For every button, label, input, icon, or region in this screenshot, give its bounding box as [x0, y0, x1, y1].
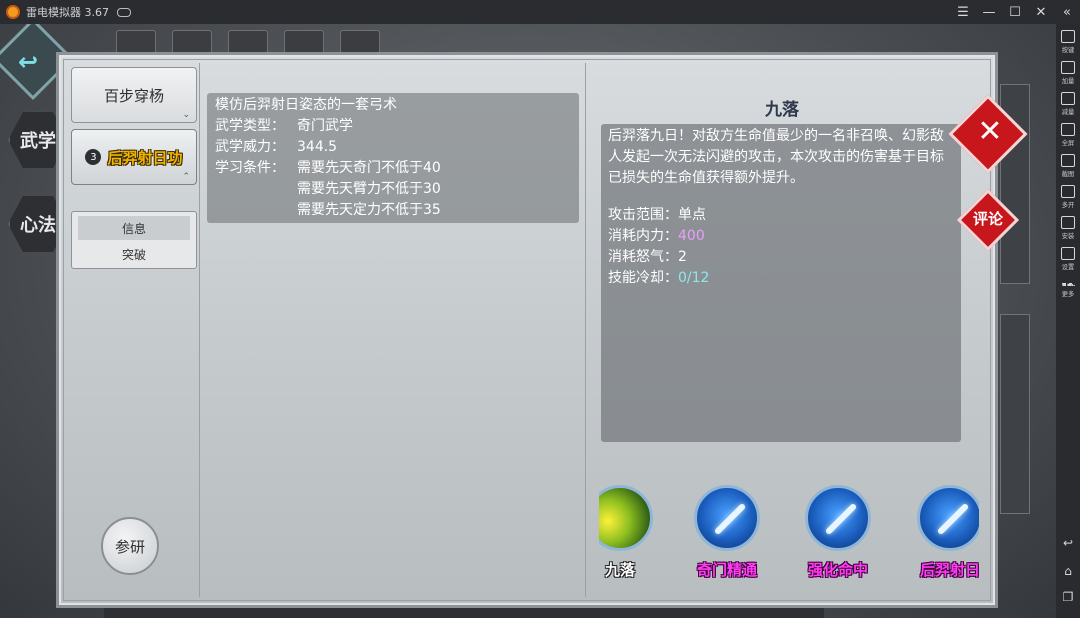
cooldown-value: 0/12 — [678, 270, 710, 286]
sidebar-item-keyboard[interactable]: 按键 — [1056, 30, 1080, 55]
android-home-icon[interactable]: ⌂ — [1056, 564, 1080, 578]
skill-tab-label: 百步穿杨 — [103, 86, 164, 105]
emulator-logo-icon — [6, 5, 20, 19]
skill-icon-label: 九落 — [604, 561, 635, 579]
window-controls: ☰ — ☐ ✕ « — [950, 0, 1080, 24]
sidebar-item-settings[interactable]: 设置 — [1056, 247, 1080, 272]
skill-submenu: 信息 突破 — [71, 211, 197, 269]
chevron-down-icon: ⌄ — [182, 110, 190, 120]
skill-icon-qianghua[interactable]: 强化命中 — [783, 485, 893, 580]
skill-description: 后羿落九日！对敌方生命值最少的一名非召唤、幻影敌人发起一次无法闪避的攻击，本次攻… — [608, 128, 944, 186]
skill-icon-label: 奇门精通 — [696, 561, 757, 579]
level-badge: 3 — [85, 149, 102, 165]
maximize-icon[interactable]: ☐ — [1002, 0, 1028, 24]
close-icon: ✕ — [977, 114, 1003, 149]
close-window-icon[interactable]: ✕ — [1028, 0, 1054, 24]
sidebar-item-fullscreen[interactable]: 全屏 — [1056, 123, 1080, 148]
back-arrow-icon: ↩ — [18, 48, 39, 76]
skill-info-box: 模仿后羿射日姿态的一套弓术 武学类型： 奇门武学 武学威力： 344.5 学习条件：… — [207, 93, 579, 223]
requirement-1: 需要先天奇门不低于40 — [297, 160, 441, 176]
more-icon — [1061, 283, 1075, 287]
edge-slot-bottom — [1000, 314, 1030, 514]
chevron-up-icon: ⌃ — [182, 172, 190, 182]
android-back-icon[interactable]: ↩ — [1056, 536, 1080, 550]
submenu-info[interactable]: 信息 — [78, 216, 190, 240]
range-value: 单点 — [678, 207, 706, 223]
skill-icon-label: 后羿射日 — [919, 561, 979, 579]
fullscreen-icon — [1061, 123, 1075, 136]
menu-icon[interactable]: ☰ — [950, 0, 976, 24]
game-screen: ↩ 武学 心法 百步穿杨 ⌄ 3 后羿射日功 ⌃ 信息 突破 参研 模仿后羿射日… — [0, 24, 1056, 618]
skill-tab-label: 后羿射日功 — [107, 148, 183, 167]
comment-label: 评论 — [972, 210, 1003, 228]
scissors-icon — [1061, 154, 1075, 167]
sidebar-item-more[interactable]: 更多 — [1056, 278, 1080, 299]
skill-name: 九落 — [765, 100, 799, 120]
sidebar-item-volume-up[interactable]: 加量 — [1056, 61, 1080, 86]
requirement-3: 需要先天定力不低于35 — [297, 202, 441, 218]
window-title: 雷电模拟器 3.67 — [26, 6, 109, 19]
sidebar-item-volume-down[interactable]: 减量 — [1056, 92, 1080, 117]
multi-instance-icon — [1061, 185, 1075, 198]
skill-icon-row: 九落 奇门精通 强化命中 后羿射日 — [599, 485, 979, 595]
submenu-breakthrough[interactable]: 突破 — [78, 242, 190, 266]
gamepad-icon[interactable] — [117, 7, 131, 17]
research-button[interactable]: 参研 — [101, 517, 159, 575]
power-label: 武学威力： — [215, 139, 285, 155]
divider-left — [199, 63, 200, 597]
emulator-sidebar: 按键 加量 减量 全屏 截图 多开 安装 设置 更多 ↩ ⌂ ❐ — [1056, 24, 1080, 618]
cooldown-label: 技能冷却： — [608, 270, 678, 286]
type-value: 奇门武学 — [297, 118, 353, 134]
skill-info-title: 模仿后羿射日姿态的一套弓术 — [215, 97, 397, 113]
skill-icon-label: 强化命中 — [807, 561, 868, 579]
type-label: 武学类型： — [215, 118, 285, 134]
mp-value: 400 — [678, 228, 705, 244]
power-value: 344.5 — [297, 139, 338, 155]
requirement-2: 需要先天臂力不低于30 — [297, 181, 441, 197]
apk-install-icon — [1061, 216, 1075, 229]
requirement-label: 学习条件： — [215, 160, 285, 176]
skill-panel: 百步穿杨 ⌄ 3 后羿射日功 ⌃ 信息 突破 参研 模仿后羿射日姿态的一套弓术 … — [56, 52, 998, 608]
sword-icon — [805, 485, 871, 551]
volume-down-icon — [1061, 92, 1075, 105]
android-recent-icon[interactable]: ❐ — [1056, 590, 1080, 604]
skill-tab-baibuchuanyang[interactable]: 百步穿杨 ⌄ — [71, 67, 197, 123]
sidebar-item-install[interactable]: 安装 — [1056, 216, 1080, 241]
sword-icon — [694, 485, 760, 551]
volume-up-icon — [1061, 61, 1075, 74]
divider-right — [585, 63, 586, 597]
sidebar-item-multi[interactable]: 多开 — [1056, 185, 1080, 210]
rage-label: 消耗怒气： — [608, 249, 678, 265]
mp-label: 消耗内力： — [608, 228, 678, 244]
range-label: 攻击范围： — [608, 207, 678, 223]
gear-icon — [1061, 247, 1075, 260]
keyboard-icon — [1061, 30, 1075, 43]
emulator-title-bar: 雷电模拟器 3.67 ☰ — ☐ ✕ « — [0, 0, 1080, 24]
skill-icon-qimen[interactable]: 奇门精通 — [672, 485, 782, 580]
sidebar-item-screenshot[interactable]: 截图 — [1056, 154, 1080, 179]
sword-icon — [917, 485, 979, 551]
skill-icon-houyi[interactable]: 后羿射日 — [895, 485, 979, 580]
collapse-sidebar-icon[interactable]: « — [1054, 0, 1080, 24]
rage-value: 2 — [678, 249, 687, 265]
skill-description-box: 后羿落九日！对敌方生命值最少的一名非召唤、幻影敌人发起一次无法闪避的攻击，本次攻… — [601, 124, 961, 442]
skill-tab-houyisheri[interactable]: 3 后羿射日功 ⌃ — [71, 129, 197, 185]
arrow-burst-icon — [599, 485, 653, 551]
minimize-icon[interactable]: — — [976, 0, 1002, 24]
skill-icon-jiuluo[interactable]: 九落 — [599, 485, 675, 580]
